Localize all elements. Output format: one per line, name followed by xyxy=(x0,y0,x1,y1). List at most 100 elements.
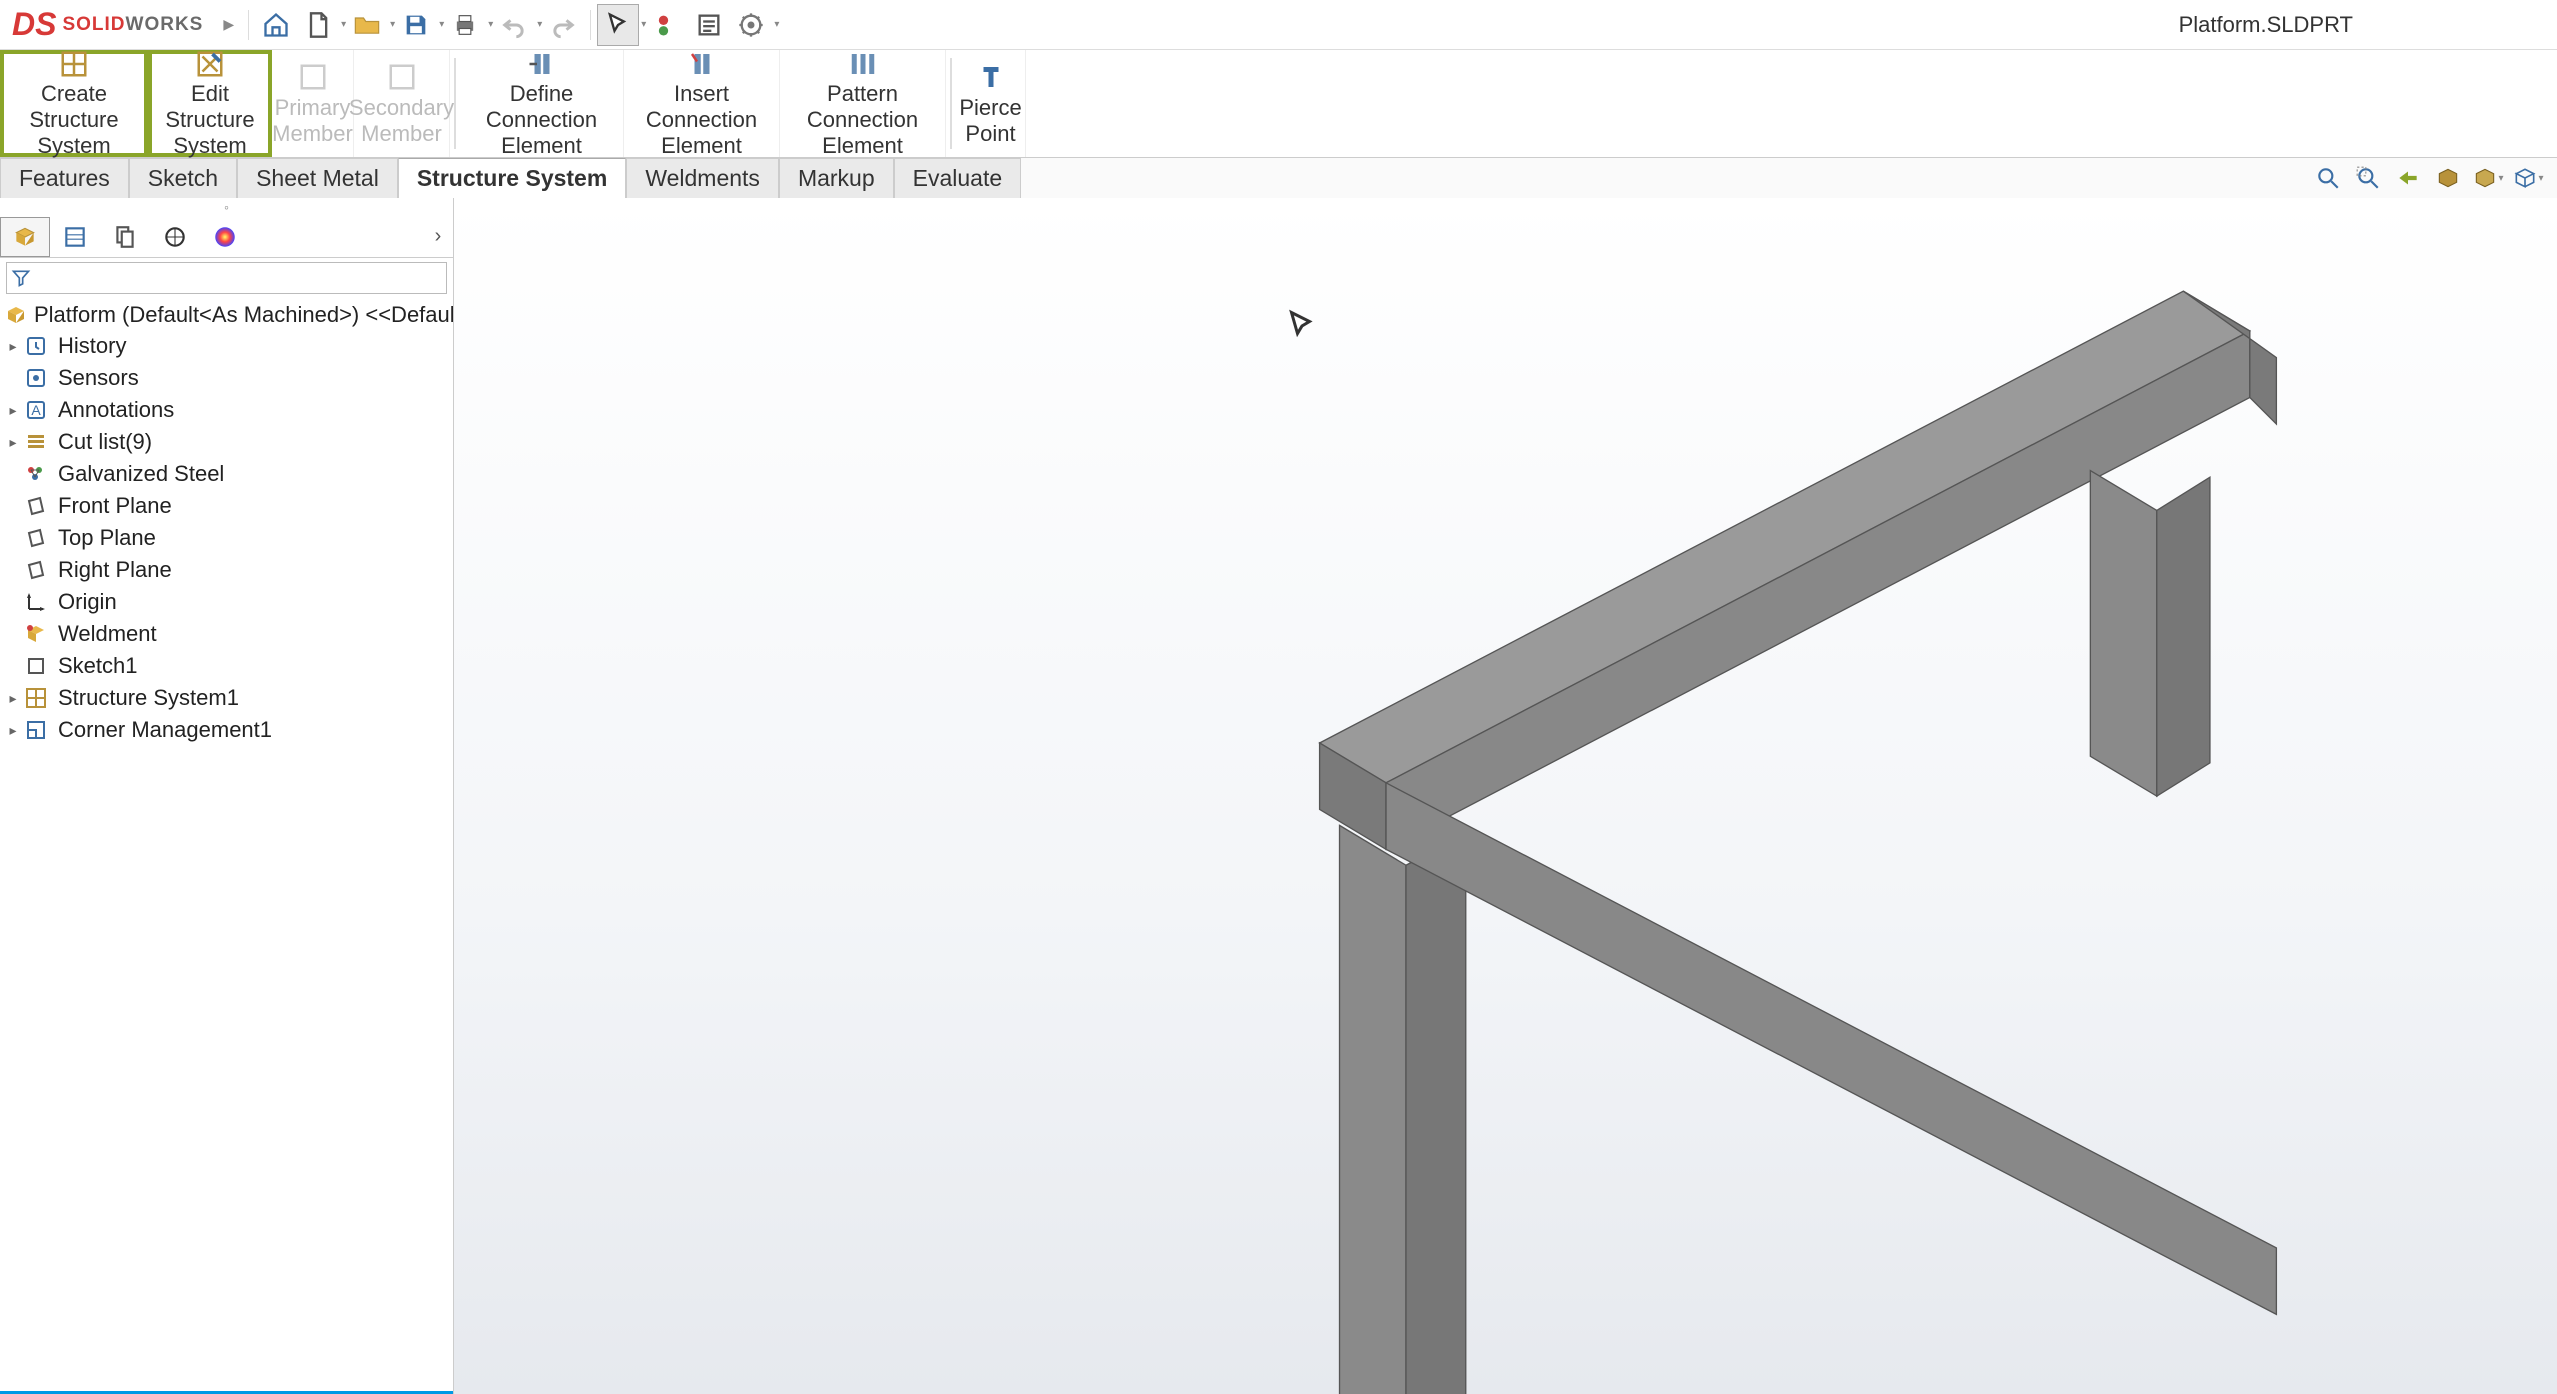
select-button[interactable]: ▾ xyxy=(597,4,646,46)
tree-item-label: Sketch1 xyxy=(58,653,138,679)
configuration-manager-tab-icon[interactable] xyxy=(100,217,150,257)
tree-item-label: Sensors xyxy=(58,365,139,391)
zoom-to-area-icon[interactable] xyxy=(2351,161,2385,195)
panel-handle[interactable]: ◦ xyxy=(0,198,453,216)
plane-icon xyxy=(22,524,50,552)
display-style-icon[interactable]: ▾ xyxy=(2511,161,2545,195)
command-ribbon: Create Structure System Edit Structure S… xyxy=(0,50,2557,158)
tab-structure-system[interactable]: Structure System xyxy=(398,158,626,198)
brand-solid: SOLID xyxy=(62,14,125,35)
display-manager-tab-icon[interactable] xyxy=(200,217,250,257)
tree-root[interactable]: Platform (Default<As Machined>) <<Defaul… xyxy=(0,300,453,330)
panel-tabs: › xyxy=(0,216,453,258)
tree-item-label: History xyxy=(58,333,126,359)
tab-weldments[interactable]: Weldments xyxy=(626,158,779,198)
tree-item[interactable]: Top Plane xyxy=(0,522,453,554)
cutlist-icon xyxy=(22,428,50,456)
part-icon xyxy=(4,303,28,327)
filter-icon xyxy=(11,268,31,288)
expand-caret-icon[interactable]: ▸ xyxy=(4,434,22,451)
tree-item-label: Annotations xyxy=(58,397,174,423)
open-document-button[interactable]: ▾ xyxy=(346,4,395,46)
secondary-member-icon xyxy=(387,61,417,93)
define-connection-element-button[interactable]: Define Connection Element xyxy=(460,50,624,157)
tree-item[interactable]: ▸Structure System1 xyxy=(0,682,453,714)
expand-caret-icon[interactable]: ▸ xyxy=(4,722,22,739)
home-button[interactable] xyxy=(255,4,297,46)
pierce-point-button[interactable]: Pierce Point xyxy=(956,50,1026,157)
rebuild-button[interactable] xyxy=(646,4,688,46)
tree-item-label: Front Plane xyxy=(58,493,172,519)
view-toolbar: ▾ ▾ xyxy=(2311,158,2557,198)
edit-structure-system-button[interactable]: Edit Structure System xyxy=(148,50,272,157)
tree-item[interactable]: Origin xyxy=(0,586,453,618)
tree-item[interactable]: Sketch1 xyxy=(0,650,453,682)
tree-item-label: Right Plane xyxy=(58,557,172,583)
tab-sheet-metal[interactable]: Sheet Metal xyxy=(237,158,398,198)
annotations-icon: A xyxy=(22,396,50,424)
feature-manager-tab-icon[interactable] xyxy=(0,217,50,257)
tab-sketch[interactable]: Sketch xyxy=(129,158,237,198)
print-button[interactable]: ▾ xyxy=(444,4,493,46)
logo-icon: DS xyxy=(12,6,56,43)
section-view-icon[interactable] xyxy=(2431,161,2465,195)
dimxpert-manager-tab-icon[interactable] xyxy=(150,217,200,257)
chevron-right-icon[interactable]: ▶ xyxy=(223,16,234,33)
tree-item[interactable]: Galvanized Steel xyxy=(0,458,453,490)
expand-caret-icon[interactable]: ▸ xyxy=(4,402,22,419)
plane-icon xyxy=(22,556,50,584)
chevron-down-icon[interactable]: ▾ xyxy=(774,19,779,30)
primary-member-icon xyxy=(298,61,328,93)
corner-icon xyxy=(22,716,50,744)
options-button[interactable]: ▾ xyxy=(730,4,779,46)
secondary-member-button: Secondary Member xyxy=(354,50,450,157)
redo-button[interactable] xyxy=(542,4,584,46)
panel-expand-icon[interactable]: › xyxy=(423,225,453,248)
new-document-button[interactable]: ▾ xyxy=(297,4,346,46)
file-properties-button[interactable] xyxy=(688,4,730,46)
tree-item[interactable]: Sensors xyxy=(0,362,453,394)
tree-item[interactable]: ▸ Corner Management1 xyxy=(0,714,453,746)
tab-features[interactable]: Features xyxy=(0,158,129,198)
structure-icon xyxy=(22,684,50,712)
history-icon xyxy=(22,332,50,360)
tree-item[interactable]: Weldment xyxy=(0,618,453,650)
app-logo: DS SOLIDWORKS ▶ xyxy=(4,0,242,49)
property-manager-tab-icon[interactable] xyxy=(50,217,100,257)
primary-member-button: Primary Member xyxy=(272,50,354,157)
tree-item[interactable]: ▸A Annotations xyxy=(0,394,453,426)
undo-button[interactable]: ▾ xyxy=(493,4,542,46)
filter-input[interactable] xyxy=(6,262,447,294)
view-orientation-icon[interactable]: ▾ xyxy=(2471,161,2505,195)
tree-item[interactable]: ▸ History xyxy=(0,330,453,362)
feature-tree: Platform (Default<As Machined>) <<Defaul… xyxy=(0,298,453,1394)
expand-caret-icon[interactable]: ▸ xyxy=(4,338,22,355)
weldment-icon xyxy=(22,620,50,648)
material-icon xyxy=(22,460,50,488)
expand-caret-icon[interactable]: ▸ xyxy=(4,690,22,707)
previous-view-icon[interactable] xyxy=(2391,161,2425,195)
define-connection-icon xyxy=(527,49,557,79)
sensors-icon xyxy=(22,364,50,392)
tree-item-label: Cut list(9) xyxy=(58,429,152,455)
tree-item[interactable]: Right Plane xyxy=(0,554,453,586)
create-structure-system-button[interactable]: Create Structure System xyxy=(0,50,148,157)
pattern-connection-element-button[interactable]: Pattern Connection Element xyxy=(780,50,946,157)
model-render xyxy=(494,238,2557,1394)
feature-manager-panel: ◦ › Platform (Default<As Machined>) <<De… xyxy=(0,198,454,1394)
plane-icon xyxy=(22,492,50,520)
tree-item-label: Origin xyxy=(58,589,117,615)
tree-item[interactable]: ▸ Cut list(9) xyxy=(0,426,453,458)
save-button[interactable]: ▾ xyxy=(395,4,444,46)
tab-evaluate[interactable]: Evaluate xyxy=(894,158,1022,198)
insert-connection-element-button[interactable]: Insert Connection Element xyxy=(624,50,780,157)
tab-markup[interactable]: Markup xyxy=(779,158,894,198)
tree-item[interactable]: Front Plane xyxy=(0,490,453,522)
tree-item-label: Top Plane xyxy=(58,525,156,551)
origin-icon xyxy=(22,588,50,616)
zoom-to-fit-icon[interactable] xyxy=(2311,161,2345,195)
graphics-viewport[interactable] xyxy=(454,198,2557,1394)
main-area: ◦ › Platform (Default<As Machined>) <<De… xyxy=(0,198,2557,1394)
command-tabs: Features Sketch Sheet Metal Structure Sy… xyxy=(0,158,2557,198)
tree-item-label: Corner Management1 xyxy=(58,717,272,743)
